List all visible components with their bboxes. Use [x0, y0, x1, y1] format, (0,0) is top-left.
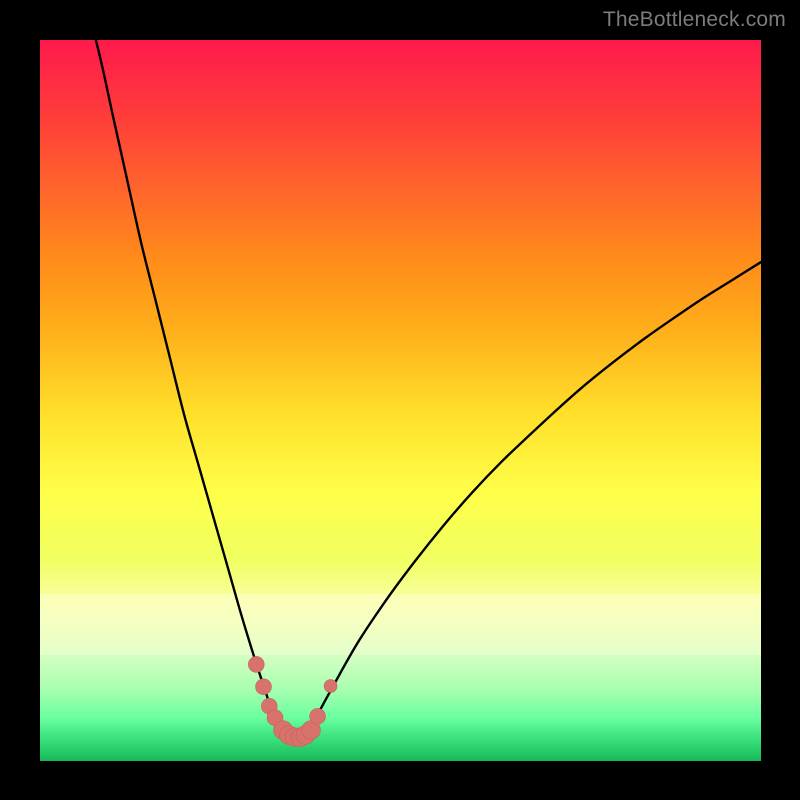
watermark-text: TheBottleneck.com	[603, 8, 786, 32]
bottleneck-curve	[76, 0, 761, 738]
curve-marker	[248, 656, 264, 672]
curve-layer	[40, 40, 761, 761]
plot-area	[40, 40, 761, 761]
curve-marker	[324, 680, 337, 693]
chart-frame: TheBottleneck.com	[0, 0, 800, 800]
curve-marker	[256, 679, 272, 695]
curve-marker	[310, 708, 326, 724]
